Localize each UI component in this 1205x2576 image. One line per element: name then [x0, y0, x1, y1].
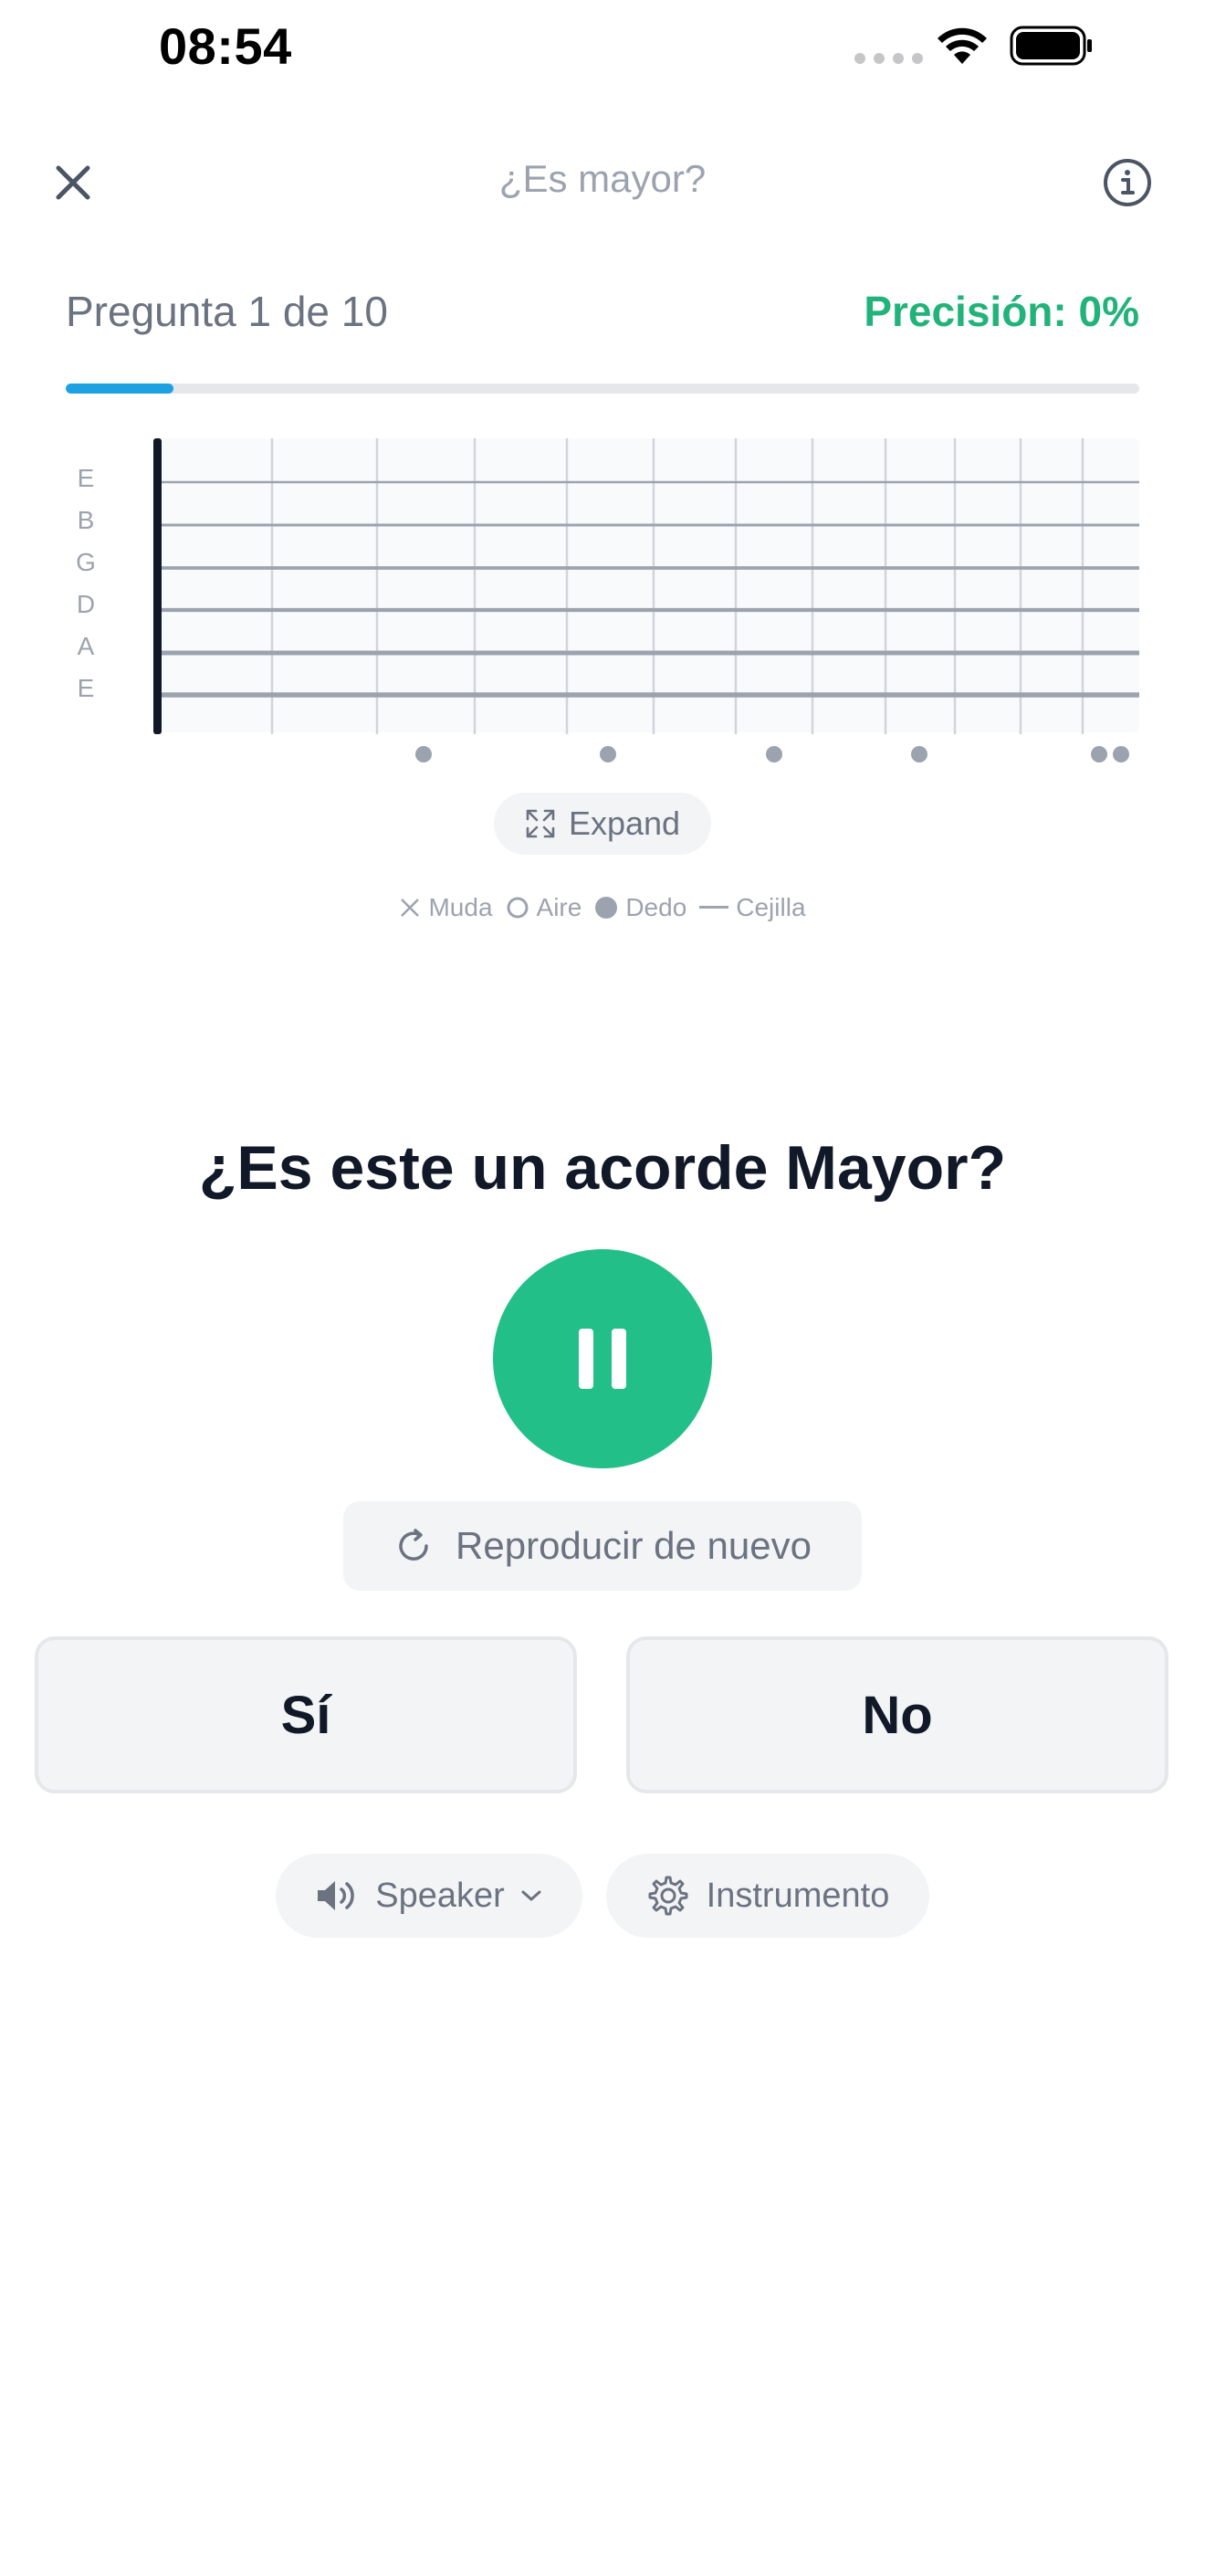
battery-icon [1010, 26, 1092, 66]
muted-icon [401, 899, 420, 917]
cellular-signal-icon [854, 53, 923, 64]
play-pause-button[interactable] [493, 1249, 712, 1468]
fret-marker-dot [1091, 746, 1107, 762]
expand-button[interactable]: Expand [494, 793, 711, 855]
string-label: B [77, 506, 95, 534]
legend-open: Aire [506, 893, 582, 922]
legend-open-label: Aire [536, 893, 582, 921]
info-button[interactable] [1102, 157, 1153, 208]
expand-icon [526, 809, 555, 838]
chevron-down-icon [521, 1890, 541, 1901]
speaker-label: Speaker [375, 1876, 505, 1915]
string-label: A [77, 632, 95, 660]
fret-marker-dot [766, 746, 782, 762]
barre-line-icon [699, 906, 729, 909]
finger-dot-icon [595, 897, 618, 919]
expand-label: Expand [568, 804, 681, 842]
answer-no-button[interactable]: No [626, 1636, 1168, 1793]
instrument-settings-button[interactable]: Instrumento [606, 1854, 929, 1938]
fret-marker-dot [911, 746, 927, 762]
string-label: E [77, 464, 95, 492]
page-title: ¿Es mayor? [498, 157, 707, 200]
fretboard-legend: Muda Aire Dedo Cejilla [0, 893, 1205, 922]
string-label: G [76, 548, 96, 576]
replay-button[interactable]: Reproducir de nuevo [343, 1501, 862, 1591]
legend-muted-label: Muda [428, 893, 493, 921]
status-time: 08:54 [159, 17, 292, 75]
info-icon [1104, 159, 1151, 206]
refresh-icon [399, 1529, 428, 1561]
legend-barre: Cejilla [699, 893, 806, 922]
replay-label: Reproducir de nuevo [456, 1524, 812, 1567]
progress-bar [66, 384, 1139, 394]
string-label: E [77, 674, 95, 702]
fret-marker-dot [600, 746, 616, 762]
answer-yes-button[interactable]: Sí [35, 1636, 577, 1793]
wifi-icon [938, 27, 987, 64]
fret-marker-dot [415, 746, 432, 762]
legend-finger: Dedo [594, 893, 686, 922]
open-string-icon [507, 897, 529, 919]
fret-markers [415, 746, 1129, 762]
pause-icon [579, 1329, 626, 1389]
legend-finger-label: Dedo [625, 893, 687, 921]
string-lines [157, 480, 1139, 698]
speaker-output-dropdown[interactable]: Speaker [276, 1854, 582, 1938]
string-label: D [76, 590, 96, 618]
speaker-icon [318, 1881, 354, 1910]
instrument-label: Instrumento [706, 1876, 890, 1915]
fret-marker-dot [1113, 746, 1129, 762]
gear-icon [648, 1876, 688, 1916]
progress-fill [66, 384, 173, 394]
accuracy-label: Precisión: 0% [864, 288, 1139, 335]
nut [153, 438, 162, 734]
legend-muted: Muda [399, 893, 493, 922]
question-counter: Pregunta 1 de 10 [66, 288, 388, 335]
legend-barre-label: Cejilla [736, 893, 806, 921]
fret-lines [270, 438, 1084, 734]
question-text: ¿Es este un acorde Mayor? [198, 1133, 1007, 1203]
